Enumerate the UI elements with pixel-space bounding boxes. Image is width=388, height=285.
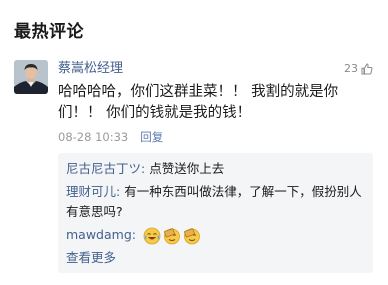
laugh-cry-emoji [143,227,161,244]
salute-emoji [184,227,200,244]
reply-emojis [143,227,201,245]
comment-username[interactable]: 蔡嵩松经理 [58,60,123,78]
reply-button[interactable]: 回复 [140,129,163,145]
reply-username[interactable]: mawdamg: [66,227,136,242]
view-more-link[interactable]: 查看更多 [66,248,366,268]
avatar-image [14,60,48,94]
reply-text: 点赞送你上去 [145,161,225,176]
comment-text: 哈哈哈哈，你们这群韭菜！！ 我割的就是你们！！ 你们的钱就是我的钱！ [58,84,339,121]
reply-item[interactable]: mawdamg: [66,225,366,245]
reply-item[interactable]: 尼古尼古丁ツ: 点赞送你上去 [66,159,366,179]
salute-emoji [164,227,180,244]
avatar[interactable] [14,60,48,94]
comment-time: 08-28 10:33 [58,130,129,144]
like-count: 23 [344,62,358,75]
comment-meta: 08-28 10:33 回复 [58,129,163,145]
reply-username[interactable]: 理财可儿: [66,184,120,199]
reply-list: 尼古尼古丁ツ: 点赞送你上去 理财可儿: 有一种东西叫做法律，了解一下，假扮别人… [58,153,373,273]
like-button[interactable]: 23 [344,61,373,77]
section-title: 最热评论 [14,22,84,42]
reply-item[interactable]: 理财可儿: 有一种东西叫做法律，了解一下，假扮别人有意思吗? [66,182,366,222]
reply-username[interactable]: 尼古尼古丁ツ: [66,161,145,176]
thumb-up-icon [361,63,373,75]
